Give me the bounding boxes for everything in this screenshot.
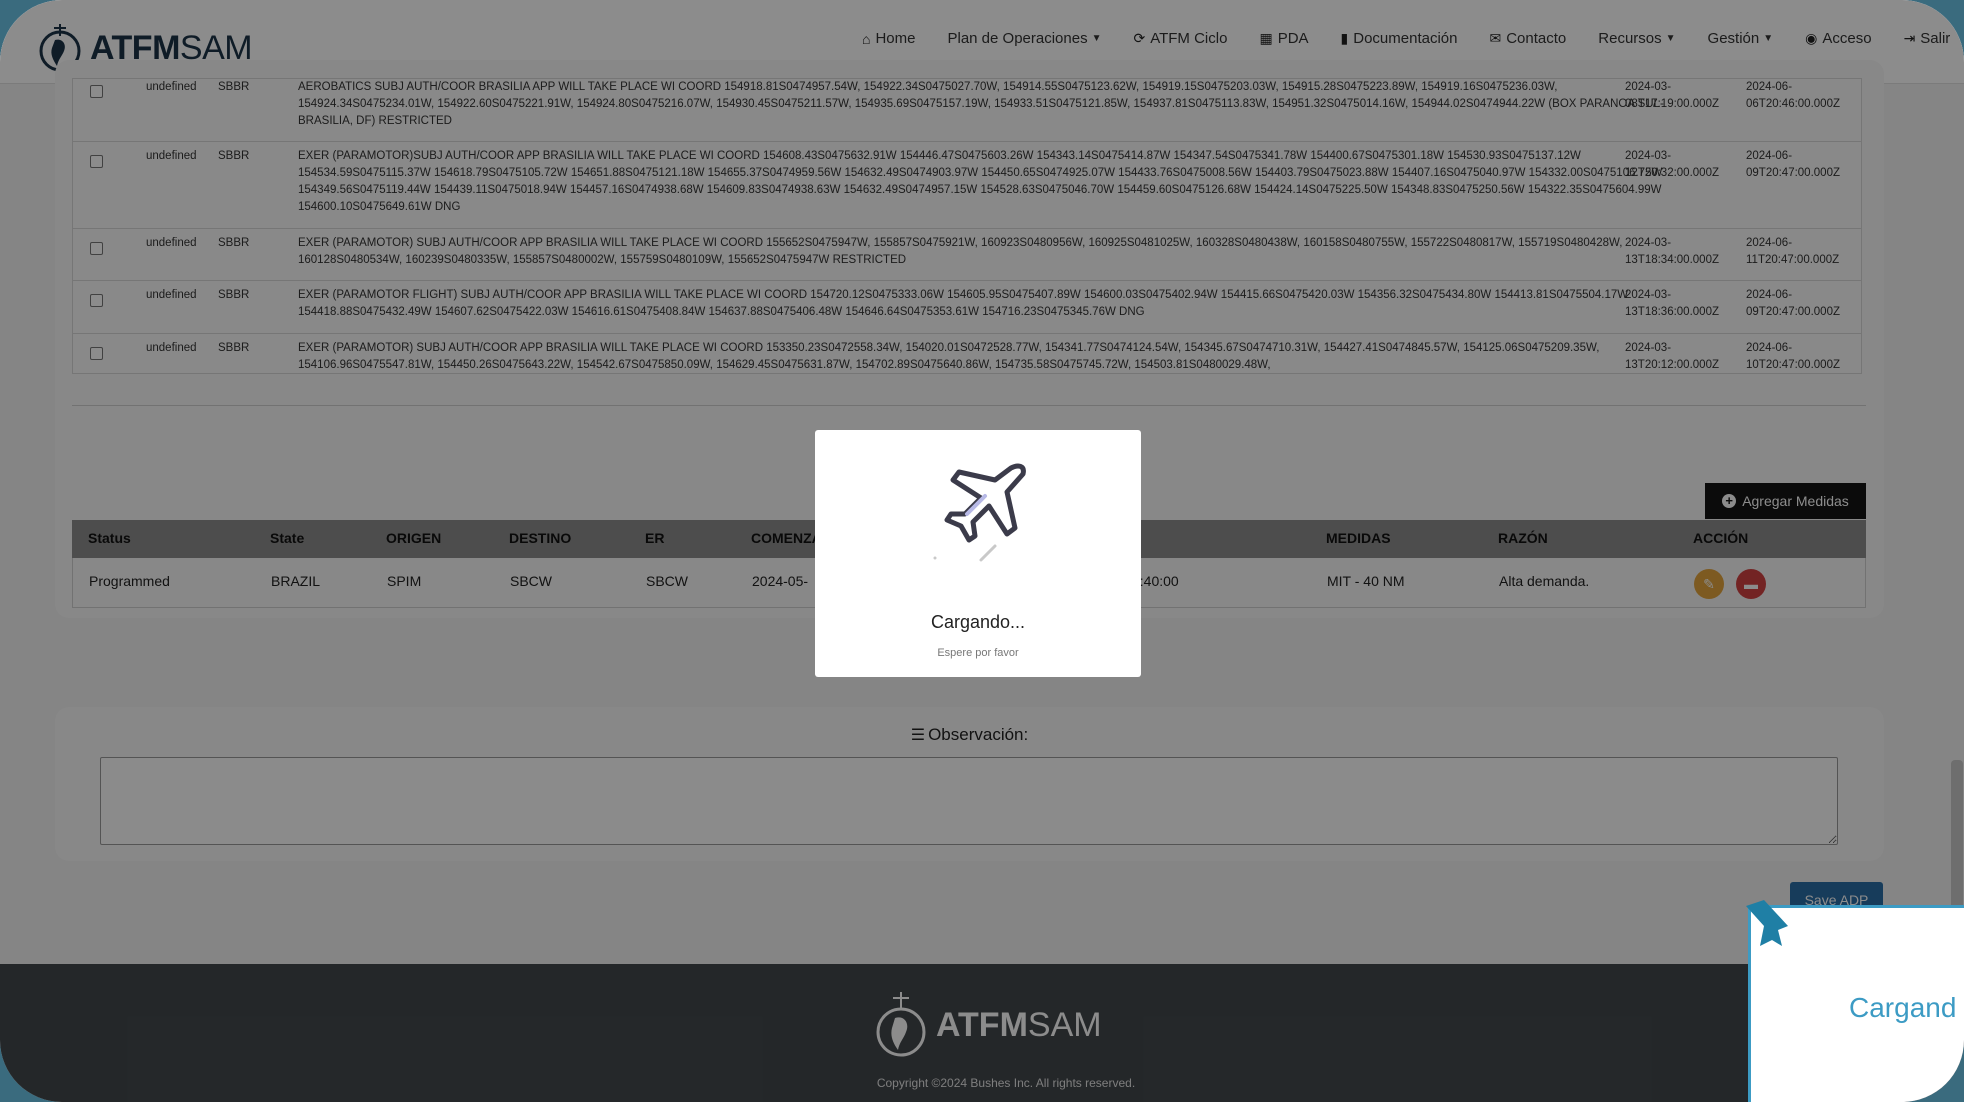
side-loading-text: Cargand: [1849, 992, 1957, 1023]
airplane-icon: [933, 463, 1026, 562]
loading-modal: Cargando... Espere por favor: [815, 430, 1141, 677]
pin-icon: [1746, 900, 1788, 946]
loading-title: Cargando...: [930, 612, 1026, 632]
loading-subtitle: Espere por favor: [937, 647, 1019, 659]
app-frame: ATFMSAM ⌂ Home Plan de Operaciones ▼ ⟳ ATFM…: [0, 0, 1964, 1102]
